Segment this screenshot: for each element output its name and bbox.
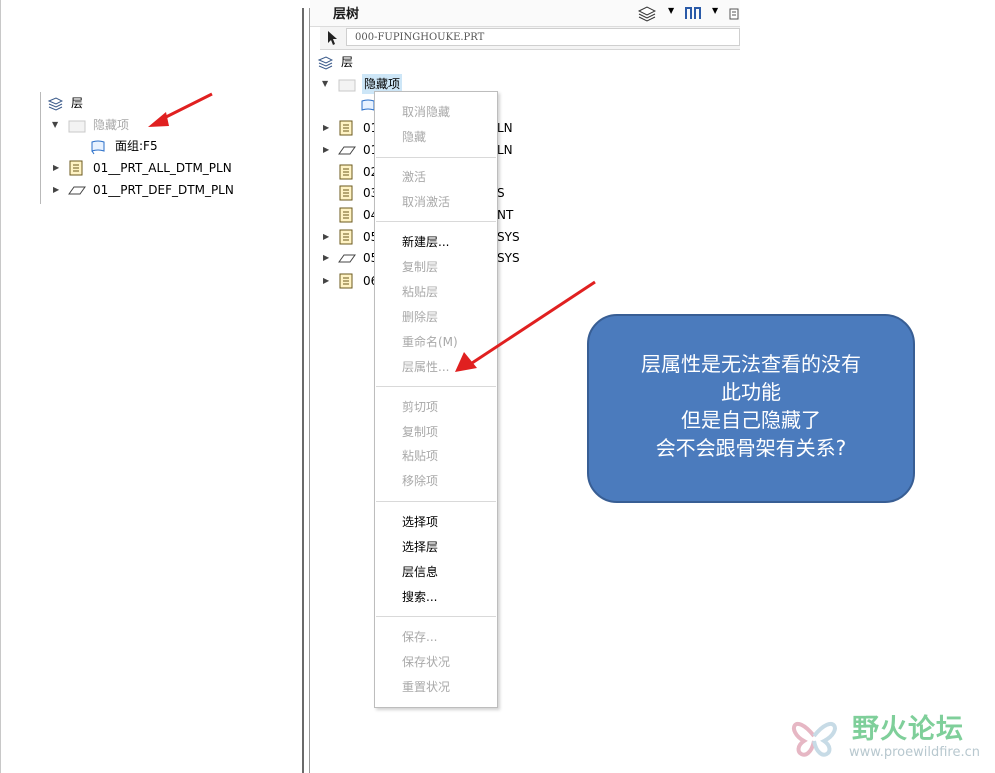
menu-cut-item[interactable]: 剪切项 bbox=[402, 397, 438, 417]
menu-unhide[interactable]: 取消隐藏 bbox=[402, 102, 450, 122]
callout-line: 层属性是无法查看的没有 bbox=[641, 352, 861, 376]
dropdown-caret-icon[interactable]: ▼ bbox=[712, 6, 718, 15]
datum-plane-icon bbox=[68, 182, 86, 198]
layer-icon bbox=[338, 273, 354, 289]
tree-header bbox=[310, 0, 740, 27]
menu-hide[interactable]: 隐藏 bbox=[402, 127, 426, 147]
settings-tool-icon[interactable] bbox=[728, 6, 744, 22]
menu-separator bbox=[376, 616, 496, 617]
panel-divider-inner bbox=[309, 8, 310, 773]
menu-layer-info[interactable]: 层信息 bbox=[402, 562, 438, 582]
collapse-arrow-icon[interactable]: ▼ bbox=[52, 121, 60, 129]
menu-select-layers[interactable]: 选择层 bbox=[402, 537, 438, 557]
collapse-arrow-icon[interactable]: ▼ bbox=[322, 80, 330, 88]
watermark-name: 野火论坛 bbox=[852, 714, 964, 745]
menu-separator bbox=[376, 157, 496, 158]
menu-copy-layer[interactable]: 复制层 bbox=[402, 257, 438, 277]
datum-plane-icon bbox=[338, 142, 356, 158]
menu-separator bbox=[376, 386, 496, 387]
show-tool-icon[interactable] bbox=[684, 5, 701, 21]
hidden-layer-icon bbox=[68, 118, 86, 134]
red-arrow-right bbox=[455, 280, 596, 372]
layer-row-suffix: LN bbox=[497, 121, 513, 135]
left-tree-border bbox=[40, 92, 41, 204]
callout-line: 会不会跟骨架有关系? bbox=[655, 436, 847, 460]
layer-row-suffix: LN bbox=[497, 143, 513, 157]
layer-row-suffix: SYS bbox=[497, 251, 520, 265]
expand-arrow-icon[interactable]: ▶ bbox=[53, 186, 61, 194]
menu-delete-layer[interactable]: 删除层 bbox=[402, 307, 438, 327]
menu-paste-item[interactable]: 粘贴项 bbox=[402, 446, 438, 466]
menu-deactivate[interactable]: 取消激活 bbox=[402, 192, 450, 212]
menu-remove-item[interactable]: 移除项 bbox=[402, 471, 438, 491]
annotation-callout: 层属性是无法查看的没有 此功能 但是自己隐藏了 会不会跟骨架有关系? bbox=[587, 314, 915, 503]
red-arrow-left bbox=[148, 92, 213, 127]
left-layer-tree: 层 ▼ 隐藏项 面组:F5 ▶ 01__PRT_ALL_DTM_PLN ▶ 01… bbox=[0, 0, 300, 773]
menu-select-items[interactable]: 选择项 bbox=[402, 512, 438, 532]
menu-separator bbox=[376, 501, 496, 502]
left-layer-row[interactable]: 01__PRT_DEF_DTM_PLN bbox=[93, 180, 234, 200]
model-name-field[interactable]: 000-FUPINGHOUKE.PRT bbox=[346, 28, 740, 46]
menu-copy-item[interactable]: 复制项 bbox=[402, 422, 438, 442]
expand-arrow-icon[interactable]: ▶ bbox=[53, 164, 61, 172]
menu-save-status[interactable]: 保存状况 bbox=[402, 652, 450, 672]
menu-paste-layer[interactable]: 粘贴层 bbox=[402, 282, 438, 302]
layers-icon bbox=[47, 96, 64, 112]
layer-row-suffix: NT bbox=[497, 208, 514, 222]
layer-icon bbox=[68, 160, 84, 176]
left-root-label[interactable]: 层 bbox=[71, 93, 83, 113]
watermark-url: www.proewildfire.cn bbox=[849, 745, 980, 760]
menu-new-layer[interactable]: 新建层... bbox=[402, 232, 449, 252]
panel-divider bbox=[302, 8, 304, 773]
quilt-icon bbox=[90, 139, 106, 155]
expand-arrow-icon[interactable]: ▶ bbox=[323, 124, 331, 132]
layer-row-suffix: SYS bbox=[497, 230, 520, 244]
left-hidden-item[interactable]: 隐藏项 bbox=[93, 115, 129, 135]
callout-line: 此功能 bbox=[721, 380, 781, 404]
datum-plane-icon bbox=[338, 250, 356, 266]
tree-title: 层树 bbox=[333, 7, 360, 22]
layer-icon bbox=[338, 120, 354, 136]
layers-icon bbox=[317, 55, 334, 71]
menu-reset-status[interactable]: 重置状况 bbox=[402, 677, 450, 697]
menu-separator bbox=[376, 221, 496, 222]
expand-arrow-icon[interactable]: ▶ bbox=[323, 254, 331, 262]
left-quilt-item[interactable]: 面组:F5 bbox=[115, 136, 158, 156]
select-pointer-icon[interactable] bbox=[325, 30, 341, 46]
menu-search[interactable]: 搜索... bbox=[402, 587, 437, 607]
layer-icon bbox=[338, 185, 354, 201]
right-root-label[interactable]: 层 bbox=[341, 52, 353, 72]
watermark-logo-icon bbox=[792, 721, 837, 757]
menu-layer-properties[interactable]: 层属性... bbox=[402, 357, 449, 377]
expand-arrow-icon[interactable]: ▶ bbox=[323, 233, 331, 241]
callout-line: 但是自己隐藏了 bbox=[681, 408, 821, 432]
expand-arrow-icon[interactable]: ▶ bbox=[323, 146, 331, 154]
menu-activate[interactable]: 激活 bbox=[402, 167, 426, 187]
layer-icon bbox=[338, 164, 354, 180]
left-layer-row[interactable]: 01__PRT_ALL_DTM_PLN bbox=[93, 158, 232, 178]
layer-icon bbox=[338, 229, 354, 245]
hidden-layer-icon bbox=[338, 77, 356, 93]
layer-icon bbox=[338, 207, 354, 223]
dropdown-caret-icon[interactable]: ▼ bbox=[668, 6, 674, 15]
context-menu: 取消隐藏 隐藏 激活 取消激活 新建层... 复制层 粘贴层 删除层 重命名(M… bbox=[374, 91, 498, 708]
menu-save[interactable]: 保存... bbox=[402, 627, 437, 647]
layers-tool-icon[interactable] bbox=[637, 6, 657, 22]
expand-arrow-icon[interactable]: ▶ bbox=[323, 277, 331, 285]
layer-row-suffix: S bbox=[497, 186, 505, 200]
